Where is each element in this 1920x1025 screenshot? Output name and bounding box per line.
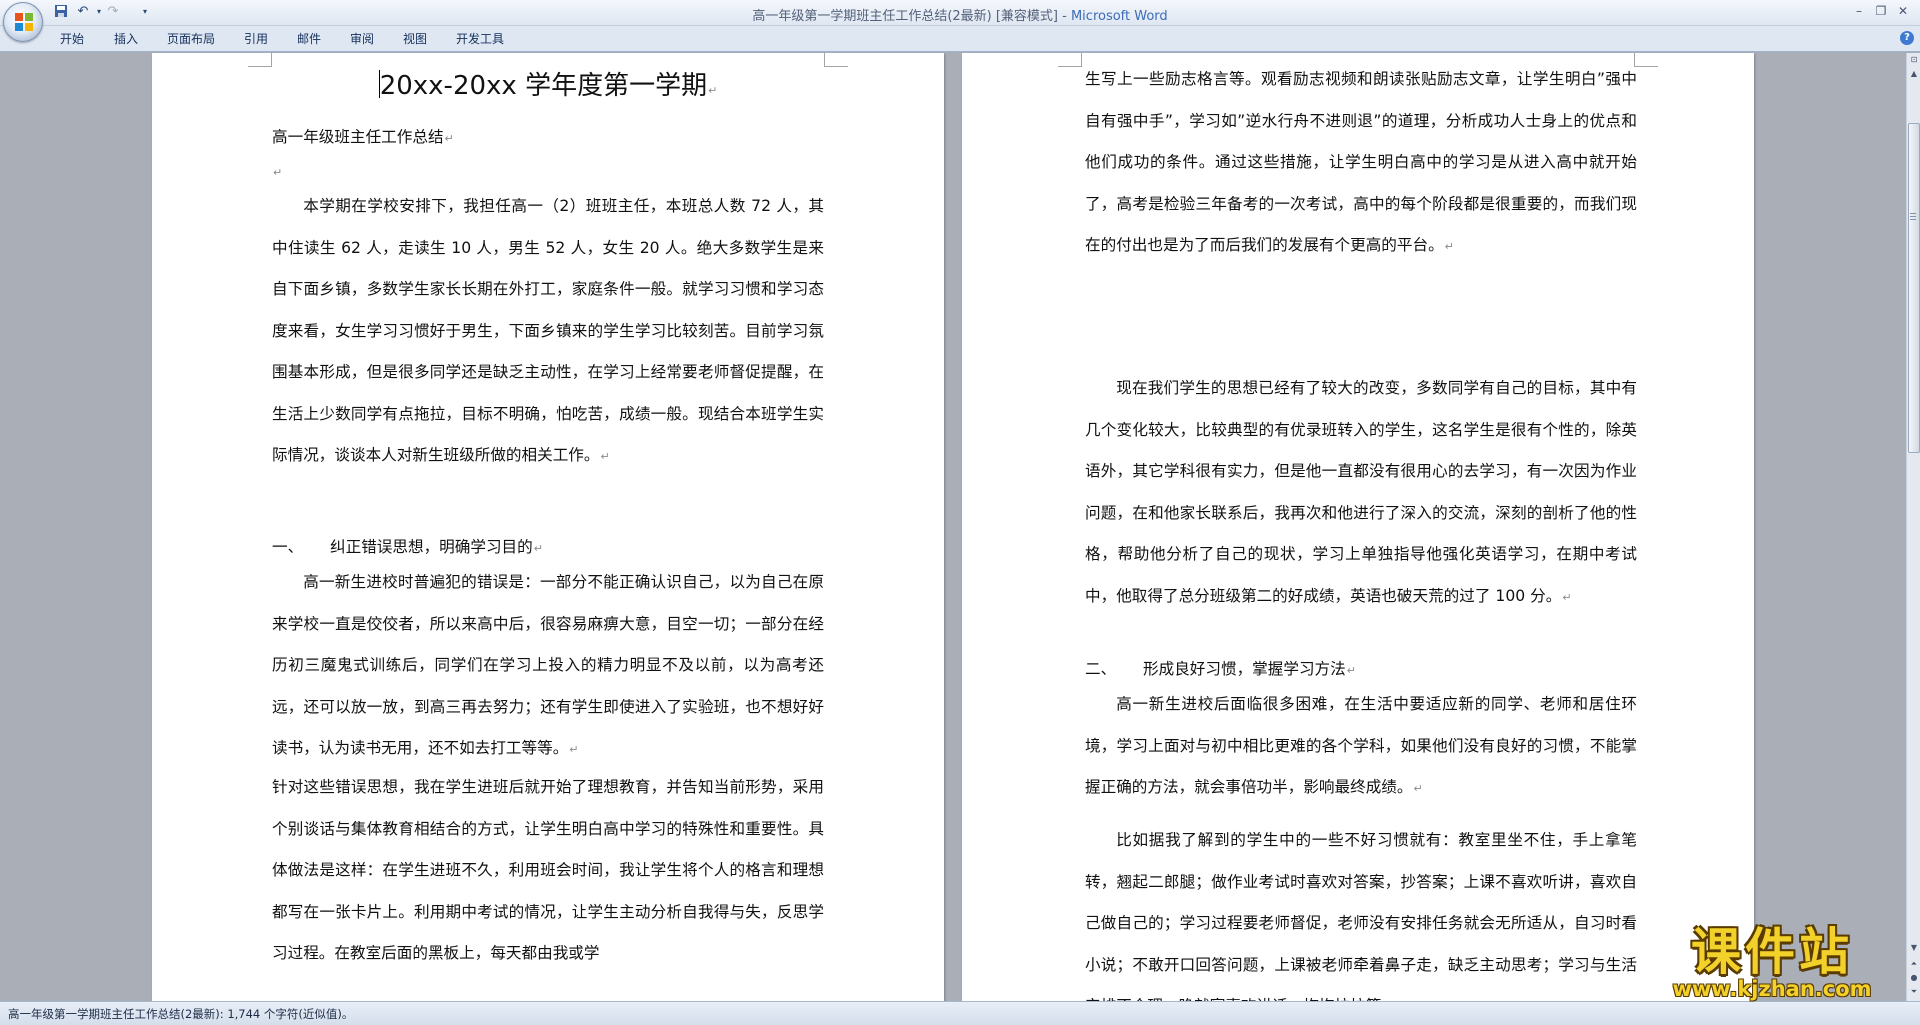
title-bar: ↶ ▾ ↷ ▾ 高一年级第一学期班主任工作总结(2最新) [兼容模式] - Mi… — [0, 0, 1920, 42]
close-icon[interactable]: ✕ — [1894, 3, 1912, 19]
paragraph-text: 高一年级班主任工作总结 — [272, 128, 444, 146]
paragraph: 针对这些错误思想，我在学生进班后就开始了理想教育，并告知当前形势，采用个别谈话与… — [272, 767, 824, 975]
watermark-logo: 课件站 www.kjzhan.com — [1654, 925, 1890, 1001]
minimize-icon[interactable]: – — [1850, 3, 1868, 19]
paragraph-mark-icon: ↵ — [569, 743, 579, 756]
next-page-icon[interactable]: ⏷ — [1908, 985, 1920, 999]
scroll-down-icon[interactable]: ▼ — [1908, 941, 1920, 955]
tab-developer[interactable]: 开发工具 — [456, 30, 504, 48]
office-button[interactable] — [3, 2, 43, 42]
paragraph-text: 高一新生进校时普遍犯的错误是：一部分不能正确认识自己，以为自己在原来学校一直是佼… — [272, 573, 824, 757]
paragraph-text: 现在我们学生的思想已经有了较大的改变，多数同学有自己的目标，其中有几个变化较大，… — [1085, 379, 1637, 605]
ribbon-tab-bar: 开始 插入 页面布局 引用 邮件 审阅 视图 开发工具 ? — [0, 26, 1920, 52]
app-name: Microsoft Word — [1070, 9, 1168, 24]
paragraph-text: 生写上一些励志格言等。观看励志视频和朗读张贴励志文章，让学生明白”强中自有强中手… — [1085, 70, 1637, 254]
paragraph: 本学期在学校安排下，我担任高一（2）班班主任，本班总人数 72 人，其中住读生 … — [272, 186, 824, 478]
paragraph-text: 针对这些错误思想，我在学生进班后就开始了理想教育，并告知当前形势，采用个别谈话与… — [272, 778, 824, 962]
paragraph-mark-icon: ↵ — [1346, 664, 1356, 677]
tab-insert[interactable]: 插入 — [114, 30, 138, 48]
paragraph-mark-icon: ↵ — [708, 84, 718, 97]
help-icon[interactable]: ? — [1900, 31, 1914, 45]
page-left[interactable]: 20xx-20xx 学年度第一学期↵ 高一年级班主任工作总结↵ ↵ 本学期在学校安排… — [152, 53, 944, 1001]
paragraph: 比如据我了解到的学生中的一些不好习惯就有：教室里坐不住，手上拿笔转，翘起二郎腿；… — [1085, 820, 1637, 1001]
paragraph-text: 高一新生进校后面临很多困难，在生活中要适应新的同学、老师和居住环境，学习上面对与… — [1085, 695, 1637, 796]
tab-references[interactable]: 引用 — [244, 30, 268, 48]
paragraph-text: 纠正错误思想，明确学习目的 — [330, 538, 533, 556]
document-workspace: 20xx-20xx 学年度第一学期↵ 高一年级班主任工作总结↵ ↵ 本学期在学校安排… — [0, 53, 1906, 1001]
vertical-scrollbar[interactable]: ⊡ ▲ ▼ ⏶ ● ⏷ — [1906, 53, 1920, 1001]
margin-corner-mark — [1058, 53, 1082, 67]
watermark-url: www.kjzhan.com — [1672, 977, 1872, 1001]
status-bar: 高一年级第一学期班主任工作总结(2最新): 1,744 个字符(近似值)。 — [0, 1001, 1920, 1025]
paragraph-mark-icon: ↵ — [1444, 240, 1454, 253]
paragraph: 高一新生进校后面临很多困难，在生活中要适应新的同学、老师和居住环境，学习上面对与… — [1085, 684, 1637, 810]
paragraph-mark-icon: ↵ — [1413, 782, 1423, 795]
watermark-text: 课件站 — [1691, 923, 1853, 981]
paragraph: 生写上一些励志格言等。观看励志视频和朗读张贴励志文章，让学生明白”强中自有强中手… — [1085, 59, 1637, 268]
window-title: 高一年级第一学期班主任工作总结(2最新) [兼容模式] - Microsoft … — [0, 5, 1920, 24]
select-browse-object-icon[interactable]: ● — [1908, 971, 1920, 985]
paragraph-text: 比如据我了解到的学生中的一些不好习惯就有：教室里坐不住，手上拿笔转，翘起二郎腿；… — [1085, 831, 1637, 1001]
paragraph-mark-icon: ↵ — [1562, 590, 1572, 604]
page-right[interactable]: 生写上一些励志格言等。观看励志视频和朗读张贴励志文章，让学生明白”强中自有强中手… — [962, 53, 1754, 1001]
scroll-grip — [1910, 213, 1916, 221]
restore-icon[interactable]: ❐ — [1872, 3, 1890, 19]
ruler-toggle-icon[interactable]: ⊡ — [1908, 53, 1920, 67]
paragraph: 现在我们学生的思想已经有了较大的改变，多数同学有自己的目标，其中有几个变化较大，… — [1085, 368, 1637, 618]
paragraph-mark-icon: ↵ — [273, 166, 283, 179]
margin-corner-mark — [1634, 53, 1658, 67]
tab-review[interactable]: 审阅 — [350, 30, 374, 48]
tab-view[interactable]: 视图 — [403, 30, 427, 48]
document-title: 20xx-20xx 学年度第一学期↵ — [152, 65, 944, 102]
document-name: 高一年级第一学期班主任工作总结(2最新) [兼容模式] - — [752, 9, 1071, 24]
paragraph-text: 本学期在学校安排下，我担任高一（2）班班主任，本班总人数 72 人，其中住读生 … — [272, 197, 824, 464]
paragraph-mark-icon: ↵ — [600, 450, 610, 463]
tab-mailings[interactable]: 邮件 — [297, 30, 321, 48]
tab-page-layout[interactable]: 页面布局 — [167, 30, 215, 48]
previous-page-icon[interactable]: ⏶ — [1908, 957, 1920, 971]
paragraph-mark-icon: ↵ — [444, 132, 454, 145]
paragraph: 高一新生进校时普遍犯的错误是：一部分不能正确认识自己，以为自己在原来学校一直是佼… — [272, 562, 824, 771]
scroll-thumb[interactable] — [1908, 123, 1920, 453]
office-logo-icon — [15, 13, 33, 31]
document-title-text: 20xx-20xx 学年度第一学期 — [379, 71, 708, 101]
status-text: 高一年级第一学期班主任工作总结(2最新): 1,744 个字符(近似值)。 — [8, 1007, 354, 1021]
paragraph-text: 形成良好习惯，掌握学习方法 — [1143, 660, 1346, 678]
scroll-up-icon[interactable]: ▲ — [1908, 67, 1920, 81]
paragraph-mark-icon: ↵ — [533, 542, 543, 555]
tab-home[interactable]: 开始 — [60, 30, 84, 48]
